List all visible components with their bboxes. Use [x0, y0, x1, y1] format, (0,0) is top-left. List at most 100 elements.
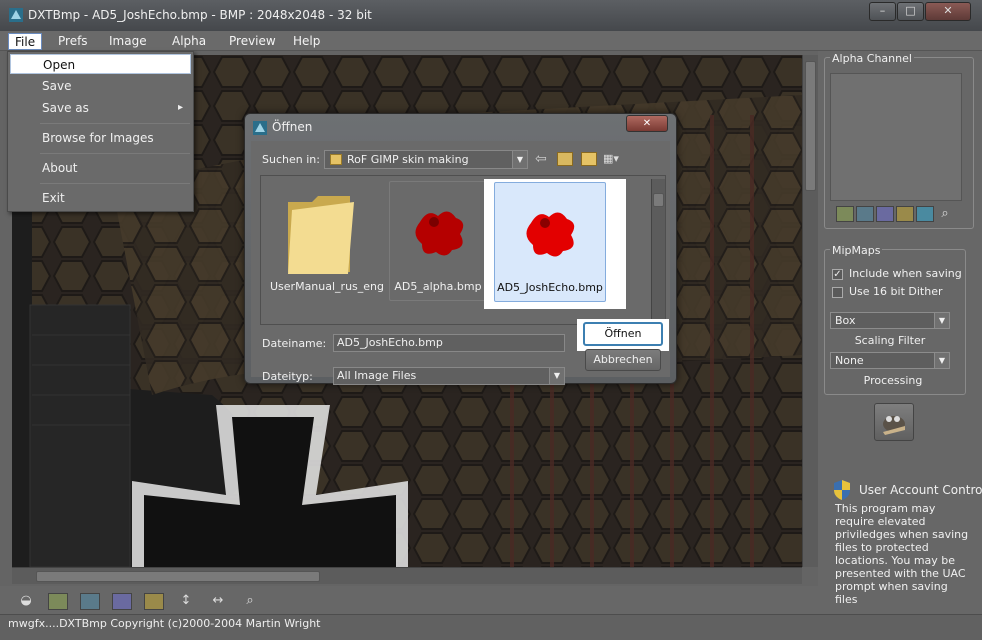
puzzle-image-icon [415, 211, 464, 256]
processing-value: None [835, 354, 864, 367]
menu-item-browse-images[interactable]: Browse for Images [10, 128, 191, 148]
menu-item-exit[interactable]: Exit [10, 188, 191, 208]
filename-label: Dateiname: [262, 337, 327, 350]
menu-item-save-as-label: Save as [42, 101, 89, 115]
file-item[interactable]: AD5_alpha.bmp [389, 181, 487, 301]
zoom-icon[interactable]: ⌕ [240, 592, 260, 610]
scaling-filter-label: Scaling Filter [854, 334, 926, 347]
status-bar: mwgfx....DXTBmp Copyright (c)2000-2004 M… [0, 614, 982, 640]
look-in-value: RoF GIMP skin making [347, 153, 469, 166]
filetype-select[interactable]: All Image Files ▼ [333, 367, 565, 385]
zoom-icon[interactable]: ⌕ [936, 206, 954, 222]
shield-icon [834, 480, 850, 500]
menu-bar: File Prefs Image Alpha Preview Help [0, 31, 982, 51]
folder-icon[interactable] [896, 206, 914, 222]
file-name: UserManual_rus_eng [270, 280, 384, 293]
filetype-label: Dateityp: [262, 370, 313, 383]
import-icon[interactable] [80, 593, 100, 610]
use-16bit-dither-checkbox[interactable] [832, 287, 843, 298]
menu-item-about[interactable]: About [10, 158, 191, 178]
scaling-filter-select[interactable]: Box ▼ [830, 312, 950, 329]
menu-item-save-as[interactable]: Save as ▸ [10, 98, 191, 118]
horizontal-scrollbar[interactable] [12, 567, 802, 584]
menu-preview[interactable]: Preview [223, 33, 282, 50]
uac-description: This program may require elevated privil… [835, 502, 969, 606]
menu-file[interactable]: File [8, 33, 43, 50]
export-icon[interactable] [112, 593, 132, 610]
image-icon[interactable] [916, 206, 934, 222]
vertical-scroll-thumb[interactable] [805, 61, 816, 191]
right-panel: Alpha Channel ⌕ MipMaps ✓ Include when s… [818, 51, 982, 631]
menu-prefs[interactable]: Prefs [52, 33, 94, 50]
flip-vertical-icon[interactable]: ↕ [176, 592, 196, 610]
alpha-toolbar: ⌕ [836, 206, 961, 224]
alpha-channel-label: Alpha Channel [830, 52, 914, 65]
file-name: AD5_JoshEcho.bmp [497, 281, 603, 294]
scaling-filter-value: Box [835, 314, 856, 327]
include-when-saving-label: Include when saving [849, 267, 962, 280]
back-arrow-icon[interactable]: ⇦ [535, 151, 547, 167]
maximize-button[interactable]: □ [897, 2, 924, 21]
include-when-saving-checkbox[interactable]: ✓ [832, 269, 843, 280]
look-in-select[interactable]: RoF GIMP skin making ▼ [324, 150, 528, 169]
alpha-preview [830, 73, 962, 201]
processing-select[interactable]: None ▼ [830, 352, 950, 369]
folder-icon [330, 154, 342, 165]
menu-help[interactable]: Help [287, 33, 326, 50]
menu-item-open[interactable]: Open [10, 54, 191, 74]
menu-alpha[interactable]: Alpha [166, 33, 212, 50]
menu-image[interactable]: Image [103, 33, 153, 50]
chevron-down-icon: ▼ [934, 313, 949, 328]
chevron-down-icon: ▼ [934, 353, 949, 368]
open-file-dialog: Öffnen ✕ Suchen in: RoF GIMP skin making… [244, 113, 677, 385]
mipmaps-label: MipMaps [830, 244, 883, 257]
folder-image-icon[interactable] [144, 593, 164, 610]
cancel-button[interactable]: Abbrechen [585, 349, 661, 371]
window-title: DXTBmp - AD5_JoshEcho.bmp - BMP : 2048x2… [28, 8, 372, 22]
horizontal-scroll-thumb[interactable] [36, 571, 320, 582]
alpha-mask-icon[interactable]: ◒ [16, 592, 36, 610]
up-folder-icon[interactable] [557, 152, 573, 166]
dialog-title: Öffnen [272, 120, 313, 134]
dialog-close-button[interactable]: ✕ [626, 115, 668, 132]
dialog-body: Suchen in: RoF GIMP skin making ▼ ⇦ ▦▾ U… [251, 141, 670, 385]
gimp-button[interactable] [874, 403, 914, 441]
chevron-down-icon: ▼ [512, 151, 527, 168]
open-button[interactable]: Öffnen [583, 322, 663, 346]
dialog-app-icon [253, 121, 267, 135]
bottom-toolbar: ◒ ↕ ↔ ⌕ [0, 586, 818, 614]
submenu-arrow-icon: ▸ [177, 102, 183, 113]
use-16bit-dither-label: Use 16 bit Dither [849, 285, 943, 298]
flip-horizontal-icon[interactable]: ↔ [208, 592, 228, 610]
filename-input[interactable]: AD5_JoshEcho.bmp [333, 334, 565, 352]
puzzle-image-icon [526, 212, 575, 257]
chevron-down-icon: ▼ [549, 368, 564, 384]
filetype-value: All Image Files [337, 369, 417, 382]
new-folder-icon[interactable] [581, 152, 597, 166]
menu-item-save[interactable]: Save [10, 76, 191, 96]
view-menu-icon[interactable]: ▦▾ [603, 152, 629, 166]
file-list-scrollbar[interactable] [651, 179, 665, 321]
minimize-button[interactable]: – [869, 2, 896, 21]
file-item[interactable]: UserManual_rus_eng [269, 181, 384, 301]
file-item-selected[interactable]: AD5_JoshEcho.bmp [494, 182, 606, 302]
open-folder-icon[interactable] [48, 593, 68, 610]
title-bar: DXTBmp - AD5_JoshEcho.bmp - BMP : 2048x2… [0, 0, 982, 31]
vertical-scrollbar[interactable] [802, 55, 818, 567]
import-icon[interactable] [856, 206, 874, 222]
file-menu-dropdown: Open Save Save as ▸ Browse for Images Ab… [7, 51, 194, 212]
folder-icon [288, 196, 354, 274]
processing-label: Processing [863, 374, 923, 387]
close-button[interactable]: ✕ [925, 2, 971, 21]
menu-separator [40, 123, 190, 124]
menu-separator [40, 183, 190, 184]
export-icon[interactable] [876, 206, 894, 222]
open-folder-icon[interactable] [836, 206, 854, 222]
file-list-scroll-thumb[interactable] [653, 193, 664, 207]
menu-separator [40, 153, 190, 154]
gimp-icon [883, 416, 905, 435]
status-text: mwgfx....DXTBmp Copyright (c)2000-2004 M… [8, 617, 321, 630]
app-logo-icon [9, 8, 23, 22]
uac-title: User Account Control [859, 483, 982, 497]
file-name: AD5_alpha.bmp [394, 280, 482, 293]
